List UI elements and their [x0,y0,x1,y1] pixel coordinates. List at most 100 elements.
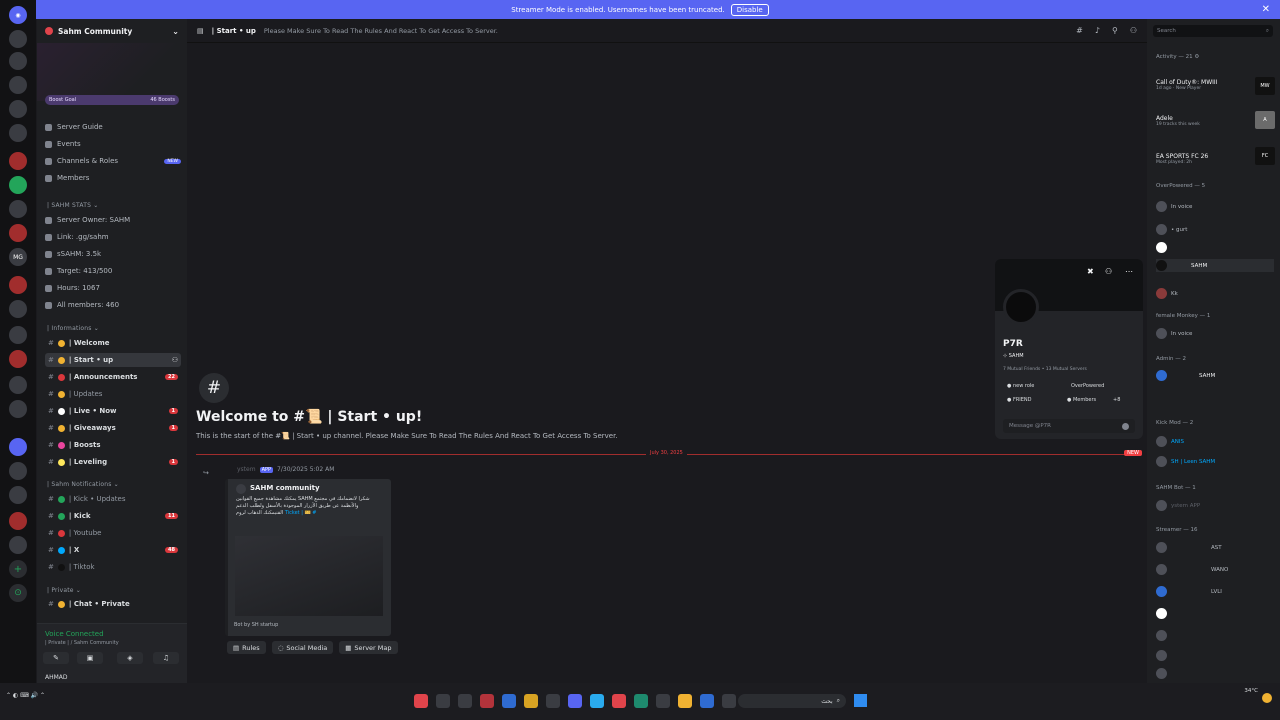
server-icon[interactable] [9,30,27,48]
member-row[interactable]: ystem APP [1156,499,1274,512]
category-private[interactable]: | Private ⌄ [47,587,81,594]
social-media-button[interactable]: ◌ Social Media [271,641,334,654]
channel-start-up[interactable]: # | Start • up ⚇ [45,353,181,367]
server-icon[interactable] [9,300,27,318]
close-icon[interactable]: ✖ [1087,267,1094,276]
windows-start-icon[interactable] [854,694,867,707]
channel-tiktok[interactable]: # | Tiktok [45,560,181,574]
member-row[interactable] [1156,629,1274,642]
channel-welcome[interactable]: # | Welcome [45,336,181,350]
app-icon[interactable] [502,694,516,708]
app-icon[interactable] [656,694,670,708]
threads-icon[interactable]: ▤ [197,27,204,35]
stat-channel[interactable]: sSAHM: 3.5k [45,248,181,260]
server-icon[interactable] [9,124,27,142]
member-row[interactable] [1156,241,1274,254]
server-icon[interactable] [9,512,27,530]
server-icon[interactable] [9,76,27,94]
member-row[interactable]: Kk [1156,287,1274,300]
weather-widget[interactable]: 34°C [1244,687,1258,696]
screen-share-icon[interactable]: ▣ [77,652,103,664]
channel-announcements[interactable]: # | Announcements 22 [45,370,181,384]
channel-giveaways[interactable]: # | Giveaways 1 [45,421,181,435]
author-name[interactable]: ystem [237,466,256,473]
channel-kick-updates[interactable]: # | Kick • Updates [45,492,181,506]
folder-icon[interactable] [678,694,692,708]
members-link[interactable]: Members [45,172,181,184]
channel-x[interactable]: # | X 48 [45,543,181,557]
events[interactable]: Events [45,138,181,150]
app-icon[interactable] [546,694,560,708]
category-notifications[interactable]: | Sahm Notifications ⌄ [47,481,119,488]
add-member-icon[interactable]: ⚇ [172,356,178,364]
server-icon[interactable] [9,152,27,170]
rules-button[interactable]: ▤ Rules [227,641,266,654]
member-row[interactable]: SH | Leen SAHM [1156,455,1274,468]
server-icon[interactable] [9,536,27,554]
server-icon[interactable] [9,486,27,504]
channel-topic[interactable]: Please Make Sure To Read The Rules And R… [264,27,498,35]
stat-channel[interactable]: Hours: 1067 [45,282,181,294]
emoji-icon[interactable] [1122,422,1129,430]
add-friend-icon[interactable]: ⚇ [1105,267,1112,276]
server-icon[interactable] [9,176,27,194]
member-row[interactable] [1156,667,1274,680]
app-icon[interactable] [700,694,714,708]
server-guide[interactable]: Server Guide [45,121,181,133]
server-icon[interactable] [9,376,27,394]
threads-list-icon[interactable]: # [1076,26,1083,35]
server-icon[interactable] [9,100,27,118]
chevron-down-icon[interactable]: ⌄ [172,27,179,36]
channel-chat-private[interactable]: # | Chat • Private [45,597,181,611]
embed-image[interactable] [235,536,383,616]
app-icon[interactable] [480,694,494,708]
avatar[interactable] [1003,289,1039,325]
server-icon[interactable] [9,350,27,368]
server-icon[interactable] [9,52,27,70]
server-icon[interactable] [9,438,27,456]
server-icon[interactable] [9,462,27,480]
activity-card[interactable]: Adele 19 tracks this week [1156,115,1200,127]
disable-button[interactable]: Disable [730,3,769,16]
channels-roles[interactable]: Channels & Roles NEW [45,155,181,167]
chrome-icon[interactable] [524,694,538,708]
member-row[interactable]: SAHM [1156,369,1274,382]
notification-bell-icon[interactable]: ♪ [1095,26,1100,35]
category-stats[interactable]: | SAHM STATS ⌄ [47,202,98,209]
server-icon[interactable] [9,276,27,294]
channel-leveling[interactable]: # | Leveling 1 [45,455,181,469]
stat-channel[interactable]: Server Owner: SAHM [45,214,181,226]
member-row[interactable]: In voice [1156,200,1274,213]
taskbar-search[interactable]: بحث ⌕ [738,694,846,708]
telegram-icon[interactable] [590,694,604,708]
discord-home-icon[interactable]: ◉ [9,6,27,24]
channel-live-now[interactable]: # | Live • Now 1 [45,404,181,418]
app-icon[interactable] [414,694,428,708]
stat-channel[interactable]: Target: 413/500 [45,265,181,277]
server-icon[interactable]: MG [9,248,27,266]
member-row[interactable]: LVLI [1156,585,1274,598]
category-informations[interactable]: | Informations ⌄ [47,325,99,332]
member-row[interactable] [1156,607,1274,620]
soundboard-icon[interactable]: ♫ [153,652,179,664]
server-map-button[interactable]: ▦ Server Map [339,641,398,654]
activity-card[interactable]: Call of Duty®: MWIII 1d ago · New Player [1156,79,1217,91]
add-server-icon[interactable]: + [9,560,27,578]
camera-icon[interactable]: ✎ [43,652,69,664]
member-row[interactable]: In voice [1156,327,1274,340]
member-row[interactable]: ANIS [1156,435,1274,448]
member-row[interactable]: • gurt [1156,223,1274,236]
activity-card[interactable]: EA SPORTS FC 26 Most played: 2h [1156,153,1208,165]
message-input[interactable]: Message @P7R [1003,419,1135,433]
stat-channel[interactable]: Link: .gg/sahm [45,231,181,243]
search-input[interactable]: Search ⌕ [1153,25,1273,37]
member-row[interactable]: WANO [1156,563,1274,576]
more-roles[interactable]: +8 [1113,397,1120,403]
more-icon[interactable]: ⋯ [1125,267,1133,276]
channel-boosts[interactable]: # | Boosts [45,438,181,452]
app-icon[interactable] [722,694,736,708]
activity-icon[interactable]: ◈ [117,652,143,664]
channel-youtube[interactable]: # | Youtube [45,526,181,540]
pin-icon[interactable]: ⚲ [1112,26,1118,35]
member-list-icon[interactable]: ⚇ [1130,26,1137,35]
